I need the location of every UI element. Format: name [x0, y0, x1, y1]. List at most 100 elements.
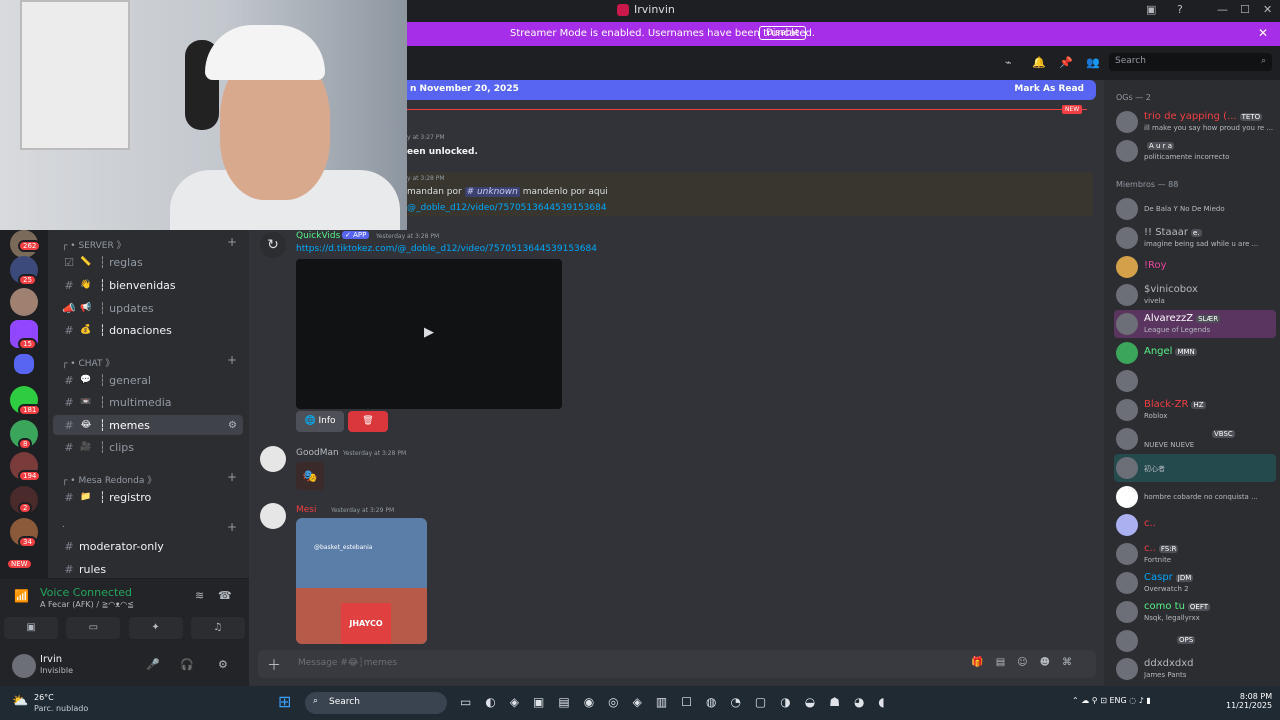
deafen-icon[interactable]: 🎧: [180, 658, 194, 671]
member-item[interactable]: [1114, 367, 1276, 395]
message-input[interactable]: Message #😂┆memes: [298, 658, 397, 668]
info-button[interactable]: 🌐 Info: [296, 411, 344, 432]
noise-suppression-icon[interactable]: ≋: [195, 589, 204, 602]
weather-temp[interactable]: 26°C: [34, 693, 54, 702]
channel-general[interactable]: # 💬 ┆ general: [53, 370, 243, 390]
author-name[interactable]: QuickVids: [296, 231, 340, 241]
threads-icon[interactable]: ⌁: [1005, 56, 1012, 69]
pinned-apps-icon[interactable]: ▭◐◈▣▤◉◎◈▥☐◍◔▢◑◒☗◕◖: [460, 695, 899, 709]
image-attachment[interactable]: @basket_estebania JHAYCO: [296, 518, 427, 644]
channel-name: rules: [79, 562, 107, 576]
member-item[interactable]: Caspr JDM Overwatch 2: [1114, 569, 1276, 597]
channel-donaciones[interactable]: # 💰 ┆ donaciones: [53, 320, 243, 340]
channel-multimedia[interactable]: # 📼 ┆ multimedia: [53, 392, 243, 412]
member-item[interactable]: OPS: [1114, 627, 1276, 655]
channel-bienvenidas[interactable]: # 👋 ┆ bienvenidas: [53, 275, 243, 295]
message-timestamp: Yesterday at 3:28 PM: [343, 450, 407, 457]
category-mesa-redonda[interactable]: ┌ • Mesa Redonda 》: [62, 473, 156, 486]
avatar[interactable]: [12, 654, 36, 678]
avatar: [1116, 543, 1138, 565]
message-link[interactable]: https://d.tiktokez.com/@_doble_d12/video…: [296, 244, 597, 254]
quickvids-avatar[interactable]: ↻: [260, 232, 286, 258]
disconnect-icon[interactable]: ☎: [218, 589, 232, 602]
composer-tools-icon[interactable]: 🎁▤☺☻⌘: [971, 657, 1084, 668]
inbox-icon[interactable]: ▣: [1146, 3, 1156, 16]
help-icon[interactable]: ?: [1177, 3, 1183, 16]
webcam-window-blinds: [20, 0, 130, 150]
search-input[interactable]: Search ⌕: [1109, 53, 1272, 71]
mic-muted-icon[interactable]: 🎤: [146, 658, 160, 671]
author-name[interactable]: GoodMan: [296, 448, 339, 458]
member-item[interactable]: hombre cobarde no conquista ...: [1114, 483, 1276, 511]
folder-icon[interactable]: [14, 354, 34, 374]
member-item[interactable]: AlvarezzZ SLÆR League of Legends: [1114, 310, 1276, 338]
channel-name: ┆ general: [99, 373, 151, 387]
maximize-button[interactable]: ☐: [1240, 3, 1250, 16]
screen-share-icon[interactable]: ▭: [66, 617, 121, 639]
member-item[interactable]: A u r a politicamente incorrecto: [1114, 137, 1276, 165]
weather-desc[interactable]: Parc. nublado: [34, 704, 88, 713]
camera-icon[interactable]: ▣: [4, 617, 59, 639]
category-chat[interactable]: ┌ • CHAT 》: [62, 356, 114, 369]
channel-updates[interactable]: 📣 📢 ┆ updates: [53, 298, 243, 318]
delete-button[interactable]: 🗑: [348, 411, 388, 432]
settings-gear-icon[interactable]: ⚙: [218, 658, 228, 671]
new-messages-bar[interactable]: n November 20, 2025 Mark As Read: [407, 80, 1096, 100]
close-icon[interactable]: ✕: [1258, 26, 1268, 40]
soundboard-icon[interactable]: ♫: [190, 617, 245, 639]
add-channel-icon[interactable]: +: [227, 353, 237, 367]
pin-icon[interactable]: 📌: [1059, 56, 1073, 69]
clock[interactable]: 8:08 PM 11/21/2025: [1226, 692, 1272, 710]
member-item[interactable]: VBSC NUEVE NUEVE: [1114, 425, 1276, 453]
channel-clips[interactable]: # 🎥 ┆ clips: [53, 437, 243, 457]
voice-channel[interactable]: A Fecar (AFK) / ≧◠ᴥ◠≦: [40, 600, 134, 609]
member-item[interactable]: $vinicobox vivela: [1114, 281, 1276, 309]
channel-registro[interactable]: # 📁 ┆ registro: [53, 487, 243, 507]
member-item[interactable]: !Roy: [1114, 253, 1276, 281]
channel-rules[interactable]: # rules: [53, 559, 243, 579]
member-item[interactable]: como tu OEFT Nsqk, legallyrxx: [1114, 598, 1276, 626]
member-item[interactable]: De Bala Y No De Miedo: [1114, 195, 1276, 223]
member-item[interactable]: 初心者: [1114, 454, 1276, 482]
activities-icon[interactable]: ✦: [128, 617, 183, 639]
system-tray[interactable]: ⌃ ☁ ⚲ ⊡ ENG ◌ ♪ ▮: [1072, 696, 1151, 705]
taskbar-search[interactable]: ⌕ Search: [305, 692, 447, 714]
channel-moderator-only[interactable]: # moderator-only: [53, 536, 243, 556]
category-blank[interactable]: .: [62, 520, 65, 530]
close-button[interactable]: ✕: [1263, 3, 1272, 16]
member-item[interactable]: c..: [1114, 511, 1276, 539]
server-icon[interactable]: [10, 288, 38, 316]
minimize-button[interactable]: —: [1217, 3, 1228, 16]
member-item[interactable]: !! Staaar e. imagine being sad while u are…: [1114, 224, 1276, 252]
avatar[interactable]: [260, 446, 286, 472]
channel-reglas[interactable]: ☑ 📏 ┆ reglas: [53, 252, 243, 272]
bell-icon[interactable]: 🔔: [1032, 56, 1046, 69]
members-icon[interactable]: 👥: [1086, 56, 1100, 69]
member-item[interactable]: Angel MMN: [1114, 339, 1276, 367]
message-link[interactable]: @_doble_d12/video/7570513644539153684: [407, 203, 607, 213]
channel-memes[interactable]: # 😂 ┆ memes ⚙: [53, 415, 243, 435]
channel-settings-gear-icon[interactable]: ⚙: [228, 420, 237, 431]
start-button-icon[interactable]: ⊞: [278, 692, 291, 711]
member-item[interactable]: trio de yapping (... TETO ill make you say…: [1114, 108, 1276, 136]
add-channel-icon[interactable]: +: [227, 235, 237, 249]
add-channel-icon[interactable]: +: [227, 520, 237, 534]
member-item[interactable]: ddxdxdxd James Pants: [1114, 655, 1276, 683]
author-name[interactable]: Mesi: [296, 505, 317, 515]
video-embed[interactable]: ▶: [296, 259, 562, 409]
disable-button[interactable]: Disable: [759, 26, 807, 40]
message-composer[interactable]: ＋ Message #😂┆memes 🎁▤☺☻⌘: [258, 650, 1096, 678]
weather-icon[interactable]: ⛅: [12, 694, 28, 709]
play-icon[interactable]: ▶: [424, 325, 434, 340]
add-attachment-icon[interactable]: ＋: [267, 655, 281, 675]
mark-as-read-button[interactable]: Mark As Read: [1014, 84, 1084, 94]
channel-mention[interactable]: # unknown: [464, 187, 520, 197]
avatar[interactable]: [260, 503, 286, 529]
add-channel-icon[interactable]: +: [227, 470, 237, 484]
member-item[interactable]: c.. FS:R Fortnite: [1114, 540, 1276, 568]
hash-icon: #: [64, 418, 74, 432]
voice-status[interactable]: Voice Connected: [40, 586, 132, 599]
sticker-emoji[interactable]: 🎭: [296, 462, 324, 490]
category-server[interactable]: ┌ • SERVER 》: [62, 238, 126, 251]
member-item[interactable]: Black-ZR HZ Roblox: [1114, 396, 1276, 424]
